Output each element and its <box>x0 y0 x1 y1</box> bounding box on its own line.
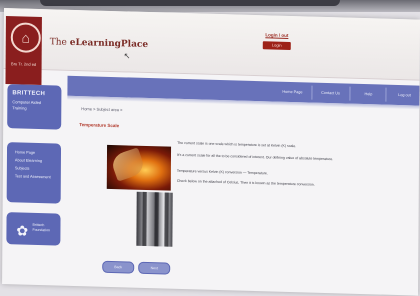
content-paragraph: It's a current scale for all the to be c… <box>176 152 334 162</box>
content-paragraph: Temperature versus Kelvin (K) conversion… <box>176 168 268 176</box>
browser-screen: ⌂ Bru Tr. 2nd ed The eLearningPlace ↖ Lo… <box>2 8 420 296</box>
breadcrumb[interactable]: Home > Subject area > <box>81 106 122 112</box>
content-paragraph: Check below on the attached of Celsius, … <box>176 178 315 187</box>
site-header: ⌂ Bru Tr. 2nd ed The eLearningPlace ↖ Lo… <box>3 8 420 86</box>
sidebar-footer-panel[interactable]: ✿ Brittech Foundation <box>6 212 61 246</box>
sidebar-item-home[interactable]: Home Page <box>7 142 61 158</box>
login-link[interactable]: Login / out <box>260 32 294 38</box>
logo-caption: Bru Tr. 2nd ed <box>11 61 37 67</box>
brand-title: The eLearningPlace <box>50 37 148 50</box>
sidebar-title: BRITTECH <box>12 90 46 98</box>
nav-divider <box>349 86 351 101</box>
brand-prefix: The <box>49 37 70 48</box>
nav-item-logout[interactable]: Log out <box>391 87 417 104</box>
house-logo-icon: ⌂ <box>10 22 41 54</box>
sidebar-footer-line1: Brittech <box>32 222 45 228</box>
mouse-cursor-icon: ↖ <box>123 51 131 61</box>
nav-divider <box>311 85 313 100</box>
nav-item-help[interactable]: Help <box>357 86 379 103</box>
flower-logo-icon: ✿ <box>16 222 29 239</box>
content-paragraph: The current scale is one scale which is … <box>177 140 297 149</box>
icicle-image <box>136 191 173 247</box>
brand-name: eLearningPlace <box>69 37 149 51</box>
sidebar-footer-line2: Foundation <box>32 227 50 233</box>
login-button[interactable]: Login <box>262 41 291 51</box>
nav-divider <box>385 87 387 102</box>
nav-item-home[interactable]: Home Page <box>279 84 305 101</box>
next-button[interactable]: Next <box>138 261 171 275</box>
sidebar: BRITTECH Computer Aided Training Home Pa… <box>6 72 62 285</box>
back-button[interactable]: Back <box>102 260 135 274</box>
sidebar-footer-text: Brittech Foundation <box>32 223 50 233</box>
page-title: Temperature Scale <box>79 122 120 129</box>
sidebar-item-tests[interactable]: Test and Assessment <box>7 172 61 182</box>
sidebar-menu: Home Page About Elearning Subjects Test … <box>6 142 62 204</box>
sidebar-brand-panel: BRITTECH Computer Aided Training <box>7 84 62 130</box>
nav-item-contact[interactable]: Contact Us <box>317 85 343 102</box>
sidebar-subtitle-line2: Training <box>12 105 27 111</box>
sidebar-subtitle: Computer Aided Training <box>7 96 61 113</box>
sidebar-subtitle-line1: Computer Aided <box>12 99 42 106</box>
fire-image <box>106 144 172 191</box>
